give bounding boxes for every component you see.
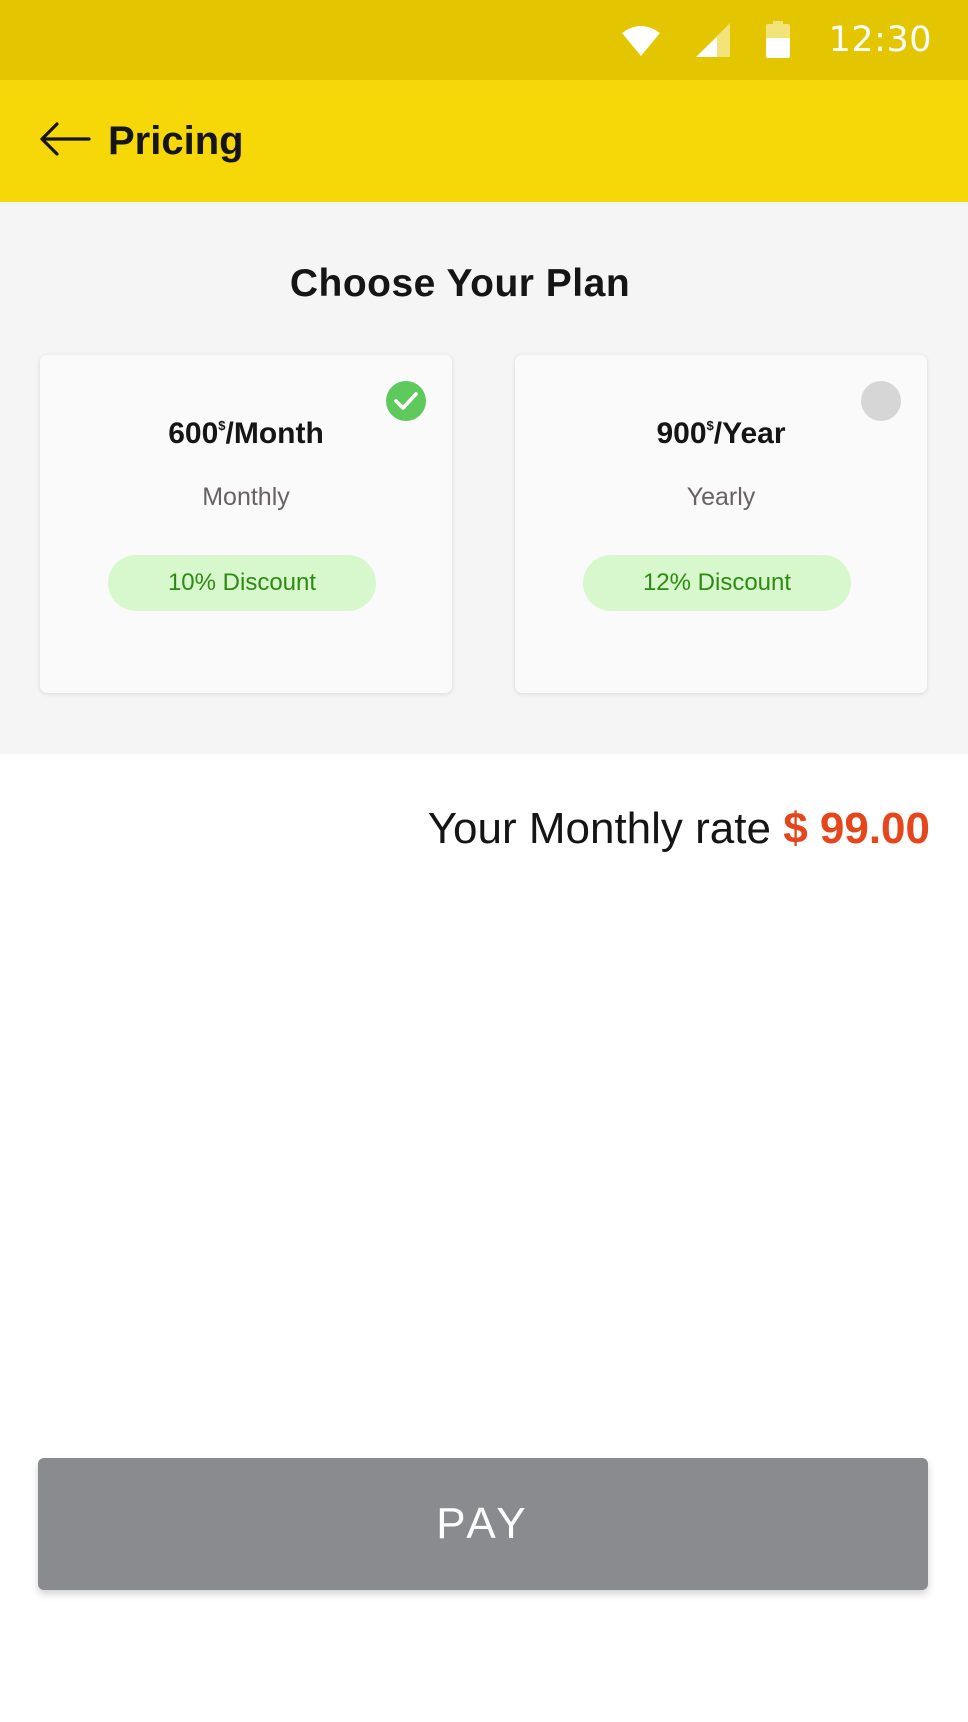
wifi-icon bbox=[621, 23, 661, 57]
unselected-radio-icon[interactable] bbox=[861, 381, 901, 421]
app-bar: Pricing bbox=[0, 80, 968, 202]
plan-currency: $ bbox=[706, 418, 714, 433]
plan-currency: $ bbox=[218, 418, 226, 433]
monthly-rate: Your Monthly rate $ 99.00 bbox=[428, 804, 930, 854]
selected-check-icon[interactable] bbox=[386, 381, 426, 421]
section-title: Choose Your Plan bbox=[289, 262, 631, 305]
cell-signal-icon bbox=[695, 22, 731, 58]
status-time: 12:30 bbox=[828, 20, 932, 60]
plans-section: Choose Your Plan 600$/Month Monthly 10% … bbox=[0, 202, 968, 754]
arrow-left-icon bbox=[39, 121, 91, 161]
plan-amount: 900 bbox=[656, 417, 707, 450]
rate-label: Your Monthly rate bbox=[427, 804, 771, 853]
plan-price: 600$/Month bbox=[40, 417, 452, 451]
discount-badge: 12% Discount bbox=[583, 555, 851, 611]
status-bar: 12:30 bbox=[0, 0, 968, 80]
plan-card-yearly[interactable]: 900$/Year Yearly 12% Discount bbox=[515, 355, 927, 693]
plan-name: Monthly bbox=[202, 483, 290, 511]
back-button[interactable] bbox=[38, 119, 92, 163]
plan-price: 900$/Year bbox=[515, 417, 927, 451]
page-title: Pricing bbox=[108, 118, 244, 163]
battery-icon bbox=[765, 21, 791, 59]
plan-card-monthly[interactable]: 600$/Month Monthly 10% Discount bbox=[40, 355, 452, 693]
discount-badge: 10% Discount bbox=[108, 555, 376, 611]
plan-name: Yearly bbox=[686, 483, 756, 511]
plan-period: /Year bbox=[713, 417, 786, 450]
plan-amount: 600 bbox=[168, 417, 219, 450]
plan-period: /Month bbox=[225, 417, 324, 450]
rate-value: $ 99.00 bbox=[783, 804, 930, 853]
pay-button[interactable]: PAY bbox=[38, 1458, 928, 1590]
